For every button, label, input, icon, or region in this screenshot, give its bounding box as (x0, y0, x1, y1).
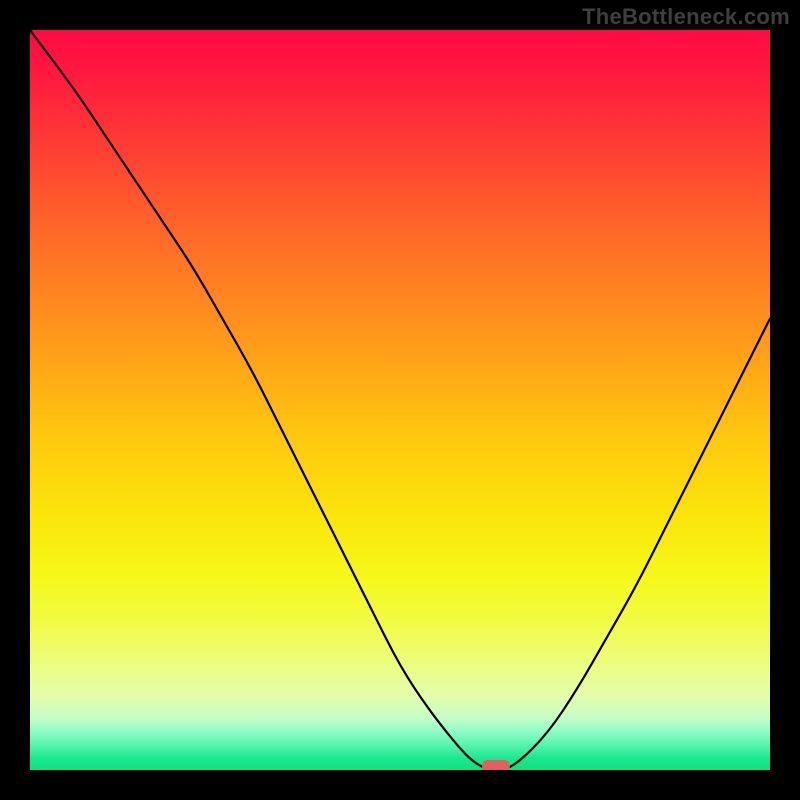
plot-area (30, 30, 770, 770)
bottleneck-curve-svg (30, 30, 770, 770)
watermark-text: TheBottleneck.com (582, 4, 790, 30)
bottleneck-curve-path (30, 30, 770, 770)
optimal-point-marker (482, 760, 510, 770)
chart-frame: TheBottleneck.com (0, 0, 800, 800)
